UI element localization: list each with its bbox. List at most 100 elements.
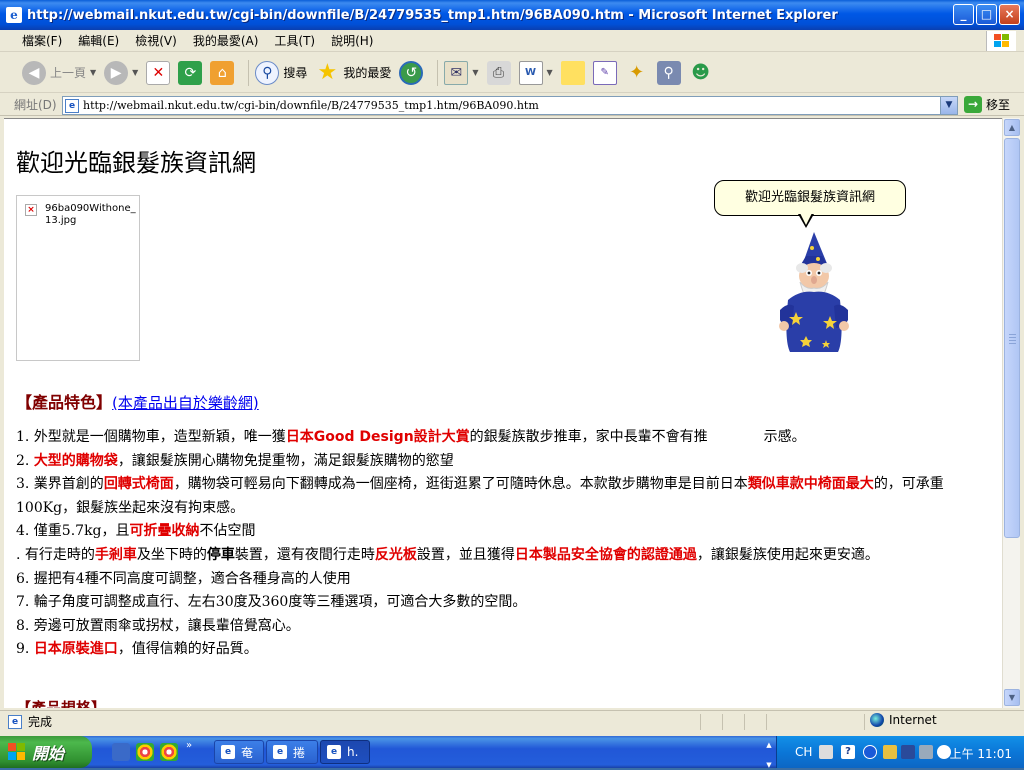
source-link[interactable]: (本產品出自於樂齡網) (112, 394, 259, 412)
list-item-text: 9. (16, 641, 34, 658)
show-desktop-icon[interactable] (112, 743, 130, 761)
ie-task-icon: e (327, 745, 341, 759)
page-title: 歡迎光臨銀髮族資訊網 (16, 149, 256, 177)
list-item-text: ，讓銀髮族使用起來更安適。 (696, 546, 879, 563)
windows-logo-icon (986, 31, 1016, 51)
taskbar-button-1[interactable]: e奄 (214, 740, 264, 764)
list-item-text: 2. (16, 452, 34, 469)
menu-help[interactable]: 說明(H) (323, 32, 381, 49)
language-indicator[interactable]: CH (795, 745, 812, 759)
menu-edit[interactable]: 編輯(E) (70, 32, 127, 49)
research-icon: ✎ (592, 60, 617, 85)
menu-favorites[interactable]: 我的最愛(A) (185, 32, 267, 49)
favorites-button[interactable]: ★ 我的最愛 (315, 56, 391, 90)
menu-file[interactable]: 檔案(F) (14, 32, 70, 49)
list-item-text: 8. 旁邊可放置雨傘或拐杖，讓長輩倍覺窩心。 (16, 617, 300, 634)
note-icon (560, 60, 585, 85)
scroll-thumb[interactable] (1004, 138, 1020, 538)
list-item-text: 3. 業界首創的 (16, 476, 104, 493)
scroll-down-button[interactable]: ▼ (1004, 689, 1020, 706)
clock[interactable]: 上午 11:01 (950, 745, 1012, 762)
scroll-up-button[interactable]: ▲ (1004, 119, 1020, 136)
broken-image-icon: × (25, 204, 37, 216)
address-dropdown-button[interactable]: ▼ (940, 97, 957, 114)
go-arrow-icon: → (964, 96, 982, 113)
search-button[interactable]: ⚲ 搜尋 (255, 56, 307, 90)
edit-button[interactable]: W ▼ (518, 56, 553, 90)
ie-icon: e (6, 7, 22, 23)
list-item-text: 7. 輪子角度可調整成直行、左右30度及360度等三種選項，可適合大多數的空間。 (16, 594, 527, 611)
home-button[interactable]: ⌂ (210, 56, 235, 90)
history-icon: ↺ (399, 60, 424, 85)
star-icon: ★ (317, 60, 338, 85)
go-button[interactable]: → 移至 (964, 96, 1010, 113)
tray-expand-icon[interactable] (863, 745, 877, 759)
network-icon[interactable] (919, 745, 933, 759)
list-item-text: 的銀髮族散步推車，家中長輩不會有推 (469, 429, 708, 445)
highlight-text: 回轉式椅面 (103, 476, 174, 493)
spec-heading: 【產品規格】 (16, 699, 107, 708)
vertical-scrollbar[interactable]: ▲ ▼ (1002, 118, 1020, 708)
print-button[interactable]: ⎙ (486, 56, 511, 90)
history-button[interactable]: ↺ (399, 56, 424, 90)
list-item: 6. 握把有4種不同高度可調整，適合各種身高的人使用 (16, 568, 992, 592)
forward-button[interactable]: ▶ ▼ (104, 56, 138, 90)
minimize-button[interactable]: _ (953, 4, 974, 25)
chrome-icon[interactable] (136, 743, 154, 761)
stop-button[interactable]: ✕ (146, 56, 171, 90)
title-bar[interactable]: e http://webmail.nkut.edu.tw/cgi-bin/dow… (0, 0, 1024, 30)
page-status-icon: e (8, 714, 22, 729)
start-button[interactable]: 開始 (0, 736, 92, 768)
list-item: 4. 僅重5.7kg，且可折疊收納不佔空間 (16, 520, 992, 544)
tray-app-icon-2[interactable] (901, 745, 915, 759)
back-arrow-icon: ◀ (22, 60, 46, 85)
list-item-text: 1. 外型就是一個購物車，造型新穎，唯一獲 (16, 429, 286, 445)
help-icon[interactable]: ? (841, 745, 855, 759)
search-icon: ⚲ (255, 60, 280, 85)
highlight-text: 類似車款中椅面最大 (747, 476, 874, 493)
taskbar-scroll-buttons[interactable]: ▲ ▼ (762, 736, 776, 769)
refresh-button[interactable]: ⟳ (178, 56, 203, 90)
menu-bar: 檔案(F) 編輯(E) 檢視(V) 我的最愛(A) 工具(T) 說明(H) (0, 30, 1024, 52)
taskbar: 開始 » e奄 e捲 e h. ▲ ▼ CH ? 上午 11:01 (0, 736, 1024, 769)
list-item: 2. 大型的購物袋，讓銀髮族開心購物免提重物，滿足銀髮族購物的慾望 (16, 450, 992, 474)
research-button[interactable]: ⚲ (656, 56, 681, 90)
tray-app-icon-1[interactable] (883, 745, 897, 759)
merlin-agent-icon[interactable] (776, 232, 852, 356)
broken-image[interactable]: × 96ba090Withone_13.jpg (16, 195, 140, 361)
taskbar-button-2[interactable]: e捲 (266, 740, 318, 764)
forward-arrow-icon: ▶ (104, 60, 129, 85)
menu-tools[interactable]: 工具(T) (266, 32, 323, 49)
quicklaunch-overflow-icon[interactable]: » (186, 740, 192, 751)
keyboard-icon[interactable] (819, 745, 833, 759)
address-input[interactable]: e http://webmail.nkut.edu.tw/cgi-bin/dow… (62, 96, 958, 115)
highlight-text: 反光板 (374, 546, 417, 563)
back-button[interactable]: ◀ 上一頁 ▼ (22, 56, 96, 90)
list-item-text: 4. 僅重5.7kg，且 (16, 523, 130, 540)
list-item-text: 示感。 (763, 429, 806, 445)
mail-icon: ✉ (444, 60, 469, 85)
chrome-icon-2[interactable] (160, 743, 178, 761)
list-item-text: 裝置，還有夜間行走時 (234, 546, 375, 563)
messenger-button[interactable]: ☻ (689, 56, 713, 90)
list-item-text: 及坐下時的 (136, 546, 207, 563)
word-edit-icon: W (518, 60, 543, 85)
highlight-text: 手剎車 (94, 546, 137, 563)
close-button[interactable]: × (999, 4, 1020, 25)
section-heading-label: 【產品特色】 (16, 393, 113, 412)
messenger-people-icon: ☻ (691, 62, 711, 83)
window-title: http://webmail.nkut.edu.tw/cgi-bin/downf… (27, 7, 838, 23)
ie-window: e http://webmail.nkut.edu.tw/cgi-bin/dow… (0, 0, 1024, 736)
highlight-text: 日本Good Design設計大賞 (285, 429, 470, 445)
taskbar-button-3[interactable]: e h. (320, 740, 370, 764)
list-item-text: 6. 握把有4種不同高度可調整，適合各種身高的人使用 (16, 570, 351, 587)
address-url[interactable]: http://webmail.nkut.edu.tw/cgi-bin/downf… (83, 99, 539, 112)
messenger-edit-button[interactable]: ✎ (592, 56, 617, 90)
menu-view[interactable]: 檢視(V) (127, 32, 185, 49)
highlight-text: 大型的購物袋 (33, 452, 118, 469)
mail-button[interactable]: ✉ ▼ (444, 56, 479, 90)
maximize-button[interactable]: □ (976, 4, 997, 25)
favorites-star-button[interactable]: ✦ (625, 56, 649, 90)
stop-icon: ✕ (146, 60, 171, 85)
discuss-button[interactable] (560, 56, 585, 90)
